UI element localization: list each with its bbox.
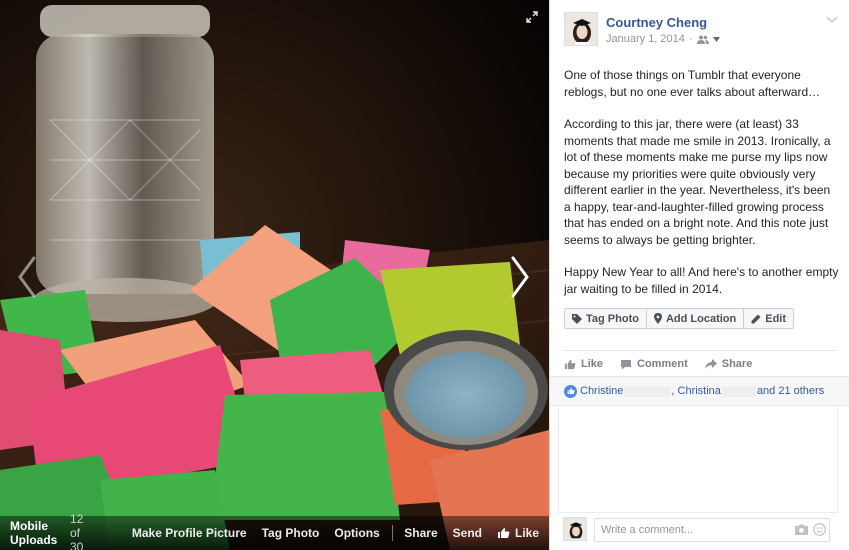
post-meta: January 1, 2014 · bbox=[606, 33, 720, 45]
share-arrow-icon bbox=[704, 358, 717, 369]
fullscreen-icon[interactable] bbox=[525, 10, 539, 24]
meta-dot: · bbox=[688, 33, 693, 45]
like-label: Like bbox=[581, 358, 604, 370]
bar-divider bbox=[391, 525, 393, 541]
camera-icon[interactable] bbox=[795, 524, 808, 535]
like-bar-button[interactable]: Like bbox=[497, 526, 539, 540]
photo-image bbox=[0, 0, 549, 550]
like-badge-icon bbox=[564, 384, 577, 398]
thumbs-up-icon bbox=[564, 359, 576, 369]
edit-button[interactable]: Edit bbox=[744, 309, 793, 328]
previous-photo-arrow-icon[interactable] bbox=[12, 252, 40, 302]
tag-icon bbox=[572, 313, 582, 324]
comments-list bbox=[558, 406, 838, 511]
tag-photo-bar-button[interactable]: Tag Photo bbox=[262, 526, 320, 540]
post-paragraph: Happy New Year to all! And here's to ano… bbox=[564, 265, 839, 296]
share-label: Share bbox=[721, 358, 753, 370]
tag-photo-label: Tag Photo bbox=[586, 312, 639, 325]
comment-button[interactable]: Comment bbox=[620, 356, 688, 372]
send-bar-button[interactable]: Send bbox=[453, 526, 482, 540]
divider bbox=[564, 350, 836, 351]
photo-viewer[interactable]: Mobile Uploads 12 of 30 Make Profile Pic… bbox=[0, 0, 549, 550]
post-actions: Like Comment Share bbox=[564, 356, 752, 372]
post-body: One of those things on Tumblr that every… bbox=[564, 67, 839, 313]
thumbs-up-icon bbox=[497, 528, 510, 538]
like-button[interactable]: Like bbox=[564, 356, 603, 372]
album-link[interactable]: Mobile Uploads bbox=[10, 519, 61, 547]
viewer-avatar bbox=[563, 517, 587, 541]
likes-summary: Christine , Christina and 21 others bbox=[550, 376, 849, 406]
photo-position: 12 of 30 bbox=[69, 512, 84, 550]
pencil-icon bbox=[751, 314, 761, 323]
photo-tag-toolbar: Tag Photo Add Location Edit bbox=[564, 308, 795, 329]
avatar-image bbox=[564, 518, 586, 540]
add-location-button[interactable]: Add Location bbox=[647, 309, 745, 328]
options-button[interactable]: Options bbox=[334, 526, 379, 540]
share-button[interactable]: Share bbox=[704, 356, 753, 372]
post-sidebar: Courtney Cheng January 1, 2014 · One of … bbox=[549, 0, 849, 550]
avatar-image bbox=[565, 13, 597, 45]
redacted-name bbox=[721, 385, 756, 397]
liker-name-link[interactable]: Christine bbox=[580, 385, 623, 397]
add-location-label: Add Location bbox=[665, 312, 737, 325]
author-avatar[interactable] bbox=[564, 12, 598, 46]
make-profile-picture-button[interactable]: Make Profile Picture bbox=[132, 526, 247, 540]
liker-name-link[interactable]: , Christina bbox=[671, 385, 721, 397]
comment-composer bbox=[558, 512, 838, 546]
emoji-icon[interactable] bbox=[813, 523, 826, 536]
location-pin-icon bbox=[653, 313, 662, 324]
author-name-link[interactable]: Courtney Cheng bbox=[606, 15, 707, 30]
post-paragraph: One of those things on Tumblr that every… bbox=[564, 68, 821, 99]
redacted-name bbox=[624, 385, 671, 397]
tag-photo-button[interactable]: Tag Photo bbox=[565, 309, 647, 328]
friends-icon[interactable] bbox=[696, 35, 709, 44]
comment-bubble-icon bbox=[621, 359, 632, 369]
edit-label: Edit bbox=[765, 312, 787, 325]
post-paragraph: According to this jar, there were (at le… bbox=[564, 117, 831, 247]
audience-dropdown-icon[interactable] bbox=[712, 36, 720, 42]
post-options-chevron-icon[interactable] bbox=[826, 15, 838, 25]
post-header: Courtney Cheng January 1, 2014 · bbox=[564, 12, 838, 48]
photo-action-bar: Mobile Uploads 12 of 30 Make Profile Pic… bbox=[0, 512, 549, 550]
others-likes-link[interactable]: and 21 others bbox=[757, 385, 824, 397]
post-date-link[interactable]: January 1, 2014 bbox=[606, 33, 685, 45]
share-bar-button[interactable]: Share bbox=[404, 526, 437, 540]
next-photo-arrow-icon[interactable] bbox=[505, 252, 533, 302]
comment-label: Comment bbox=[637, 358, 688, 370]
like-bar-label: Like bbox=[514, 526, 539, 540]
